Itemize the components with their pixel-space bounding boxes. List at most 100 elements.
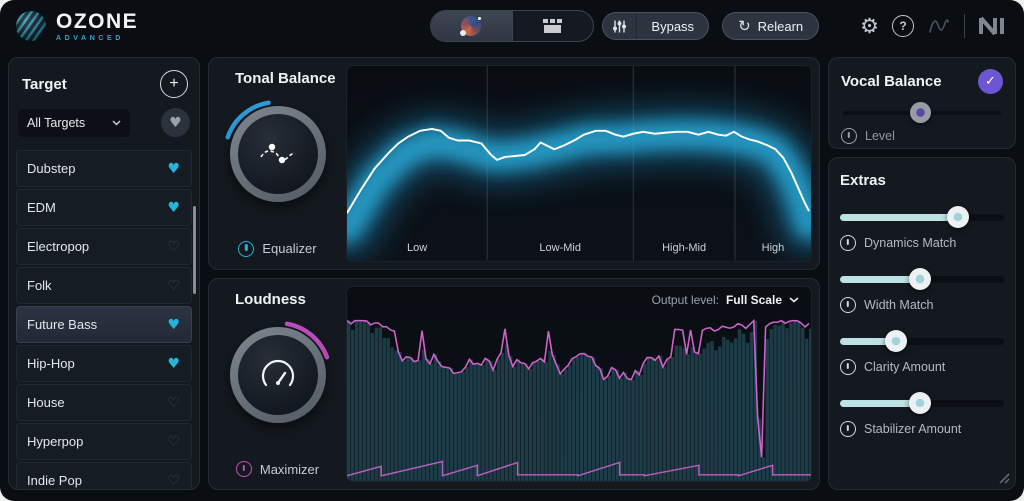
target-list-item[interactable]: Future Bass ♥: [16, 306, 192, 343]
target-sidebar: Target + All Targets ♥ Dubstep ♥ EDM ♥ E…: [8, 57, 200, 490]
vocal-balance-title: Vocal Balance: [841, 73, 942, 90]
assistant-view-tab[interactable]: [431, 11, 512, 41]
extras-slider[interactable]: [840, 330, 1004, 352]
right-column: Vocal Balance ✓ Level Extras Dyna: [828, 57, 1016, 490]
extras-slider-handle[interactable]: [947, 206, 969, 228]
loudness-meter: Output level: Full Scale: [346, 286, 812, 483]
divider: [964, 14, 965, 38]
extras-slider-block: Width Match: [840, 268, 1004, 313]
maximizer-power-icon[interactable]: [236, 461, 252, 477]
favorite-heart-icon[interactable]: ♥: [167, 317, 180, 333]
assistant-sphere-icon: [461, 16, 481, 36]
target-list-item[interactable]: Hip-Hop ♥: [16, 345, 192, 382]
band-low: Low: [347, 242, 487, 254]
chevron-down-icon[interactable]: [789, 297, 799, 303]
vocal-level-label: Level: [865, 129, 895, 143]
target-list-item[interactable]: Indie Pop ♡: [16, 462, 192, 490]
output-level-value[interactable]: Full Scale: [726, 293, 782, 307]
tonal-balance-spectrum: Low Low-Mid High-Mid High: [346, 65, 812, 262]
spectrum-curve: [347, 66, 811, 261]
target-list-item[interactable]: Hyperpop ♡: [16, 423, 192, 460]
native-instruments-logo-icon: [978, 16, 1008, 36]
maximizer-label: Maximizer: [260, 462, 319, 477]
extras-slider[interactable]: [840, 392, 1004, 414]
favorites-filter-button[interactable]: ♥: [161, 108, 190, 137]
extras-slider[interactable]: [840, 206, 1004, 228]
target-list-item[interactable]: Dubstep ♥: [16, 150, 192, 187]
izotope-signature-icon: [927, 15, 951, 37]
extras-slider-handle[interactable]: [885, 330, 907, 352]
maximizer-knob[interactable]: [221, 318, 335, 432]
bypass-label: Bypass: [637, 19, 708, 34]
vocal-level-slider[interactable]: [843, 102, 1001, 124]
vocal-balance-check-icon[interactable]: ✓: [978, 69, 1003, 94]
extras-slider-block: Stabilizer Amount: [840, 392, 1004, 437]
target-filter-dropdown[interactable]: All Targets: [18, 109, 130, 137]
target-label: House: [27, 395, 65, 410]
favorite-heart-icon[interactable]: ♡: [167, 434, 180, 450]
favorite-heart-icon[interactable]: ♡: [167, 473, 180, 489]
bypass-button[interactable]: Bypass: [602, 12, 709, 40]
extras-power-icon[interactable]: [840, 359, 856, 375]
view-mode-toggle[interactable]: [430, 10, 594, 42]
target-list-scrollbar[interactable]: [193, 206, 196, 294]
vocal-level-handle[interactable]: [910, 102, 931, 123]
resize-handle-icon[interactable]: [998, 472, 1010, 484]
tonal-balance-panel: Tonal Balance: [208, 57, 820, 270]
target-list: Dubstep ♥ EDM ♥ Electropop ♡ Folk ♡ Futu…: [16, 150, 192, 490]
target-panel-title: Target: [22, 76, 67, 93]
modules-icon: [543, 19, 562, 33]
equalizer-power-icon[interactable]: [238, 241, 254, 257]
output-level-label: Output level:: [652, 293, 719, 307]
ozone-window: OZONE ADVANCED: [0, 0, 1024, 501]
extras-sliders: Dynamics Match Width Match Clarity Amoun…: [840, 206, 1004, 437]
target-filter-value: All Targets: [27, 116, 85, 130]
vocal-level-power-icon[interactable]: [841, 128, 857, 144]
extras-slider-handle[interactable]: [909, 392, 931, 414]
logo-title: OZONE: [56, 11, 138, 32]
favorite-heart-icon[interactable]: ♡: [167, 239, 180, 255]
target-list-item[interactable]: Folk ♡: [16, 267, 192, 304]
extras-slider-label: Stabilizer Amount: [864, 422, 961, 436]
target-list-item[interactable]: House ♡: [16, 384, 192, 421]
band-high-mid: High-Mid: [633, 242, 735, 254]
relearn-arrow-icon: ↻: [738, 17, 751, 35]
target-list-item[interactable]: Electropop ♡: [16, 228, 192, 265]
settings-gear-icon[interactable]: ⚙: [860, 14, 879, 38]
target-label: EDM: [27, 200, 56, 215]
vocal-balance-panel: Vocal Balance ✓ Level: [828, 57, 1016, 149]
favorite-heart-icon[interactable]: ♥: [167, 161, 180, 177]
target-label: Dubstep: [27, 161, 75, 176]
extras-slider[interactable]: [840, 268, 1004, 290]
extras-power-icon[interactable]: [840, 235, 856, 251]
target-list-item[interactable]: EDM ♥: [16, 189, 192, 226]
ozone-sphere-logo-icon: [16, 11, 46, 41]
gauge-icon: [258, 359, 298, 391]
band-labels: Low Low-Mid High-Mid High: [347, 242, 811, 254]
favorite-heart-icon[interactable]: ♥: [167, 356, 180, 372]
eq-curve-icon: [257, 139, 299, 169]
target-label: Indie Pop: [27, 473, 82, 488]
extras-power-icon[interactable]: [840, 297, 856, 313]
detailed-view-tab[interactable]: [512, 11, 594, 41]
relearn-button[interactable]: ↻ Relearn: [722, 12, 819, 40]
loudness-waveform: [347, 313, 811, 482]
extras-power-icon[interactable]: [840, 421, 856, 437]
equalizer-knob[interactable]: [221, 97, 335, 211]
extras-slider-label: Width Match: [864, 298, 933, 312]
extras-slider-label: Dynamics Match: [864, 236, 956, 250]
help-icon[interactable]: ?: [892, 15, 914, 37]
tonal-balance-title: Tonal Balance: [209, 70, 336, 87]
top-bar: OZONE ADVANCED: [0, 0, 1024, 52]
target-label: Future Bass: [27, 317, 97, 332]
extras-slider-block: Clarity Amount: [840, 330, 1004, 375]
favorite-heart-icon[interactable]: ♡: [167, 395, 180, 411]
add-target-button[interactable]: +: [160, 70, 188, 98]
extras-title: Extras: [840, 172, 1004, 189]
favorite-heart-icon[interactable]: ♡: [167, 278, 180, 294]
logo-subtitle: ADVANCED: [56, 35, 138, 42]
extras-slider-label: Clarity Amount: [864, 360, 945, 374]
favorite-heart-icon[interactable]: ♥: [167, 200, 180, 216]
extras-slider-handle[interactable]: [909, 268, 931, 290]
band-high: High: [735, 242, 811, 254]
